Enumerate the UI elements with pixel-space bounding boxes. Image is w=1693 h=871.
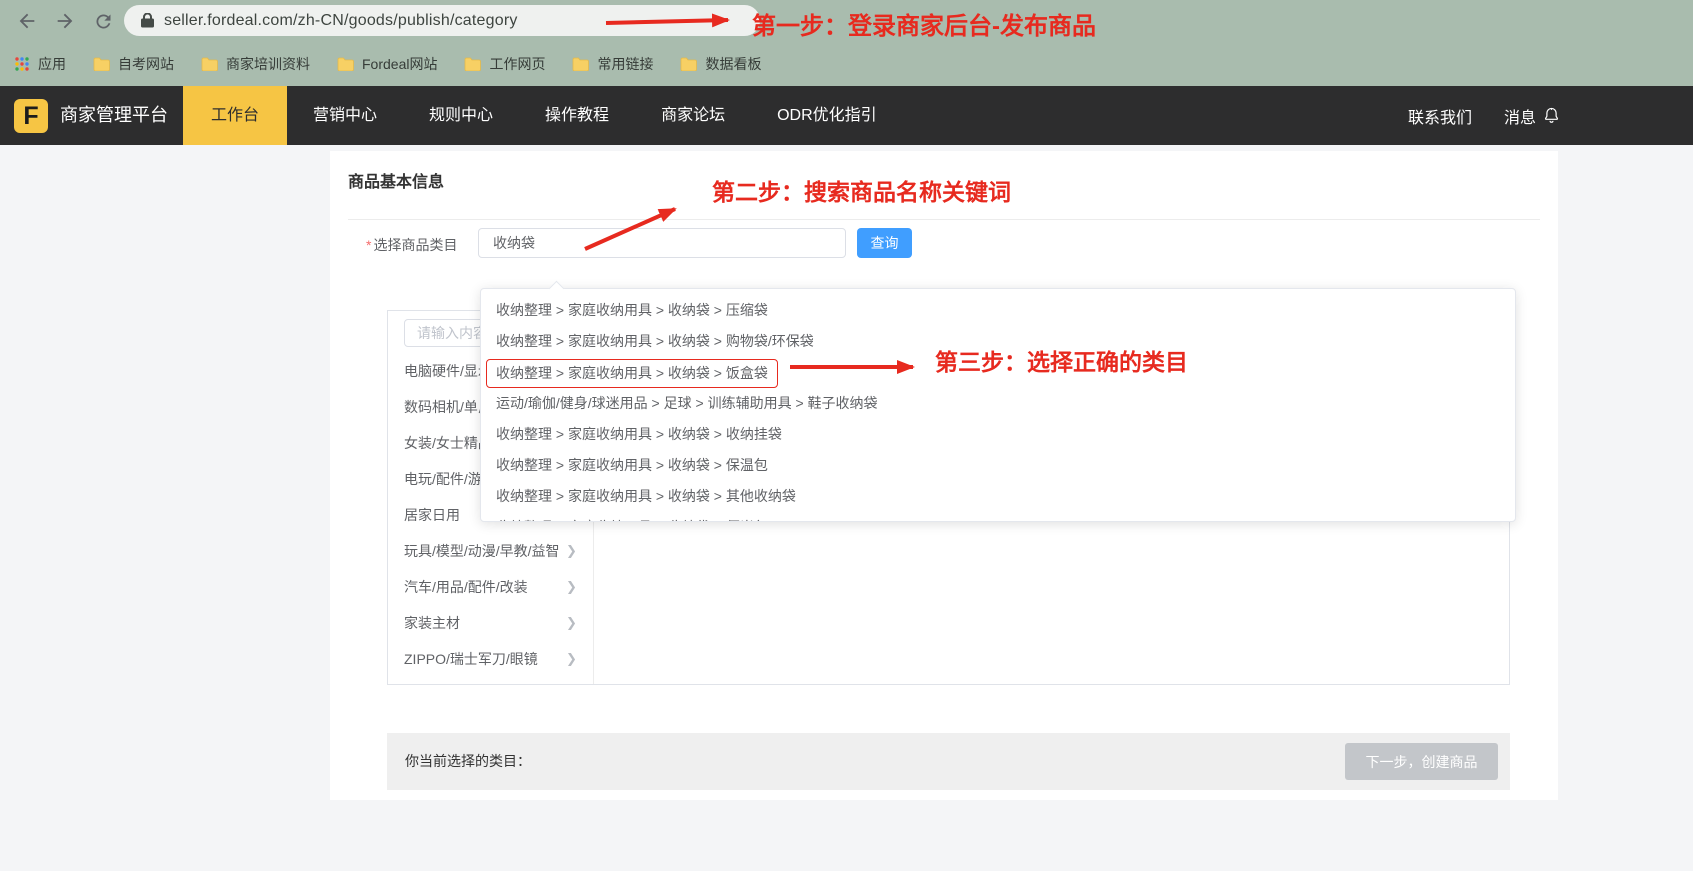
next-create-product-button[interactable]: 下一步，创建商品 bbox=[1345, 743, 1498, 780]
selection-footer: 你当前选择的类目： 下一步，创建商品 bbox=[387, 733, 1510, 790]
bookmark-item[interactable]: 自考网站 bbox=[93, 54, 174, 74]
bookmark-item[interactable]: 商家培训资料 bbox=[201, 54, 310, 74]
messages-link[interactable]: 消息 bbox=[1504, 104, 1560, 128]
brand-title: 商家管理平台 bbox=[60, 86, 168, 145]
category-row-label: 汽车/用品/配件/改装 bbox=[404, 569, 528, 605]
reload-icon[interactable] bbox=[90, 8, 116, 34]
step2-annotation: 第二步：搜索商品名称关键词 bbox=[712, 173, 1011, 207]
title-divider bbox=[348, 219, 1540, 220]
folder-icon bbox=[680, 57, 697, 71]
bookmark-label: 应用 bbox=[38, 54, 66, 74]
tab-label: 营销中心 bbox=[313, 107, 377, 124]
suggestion-text: 收纳整理 > 家庭收纳用具 > 收纳袋 > 收纳挂袋 bbox=[496, 426, 782, 442]
nav-tabs: 工作台 营销中心 规则中心 操作教程 商家论坛 ODR优化指引 bbox=[183, 86, 903, 145]
suggestion-item[interactable]: 收纳整理 > 家庭收纳用具 > 收纳袋 > 收纳挂袋 bbox=[481, 419, 1515, 450]
nav-tab-3[interactable]: 规则中心 bbox=[403, 86, 519, 145]
contact-us-link[interactable]: 联系我们 bbox=[1408, 104, 1472, 128]
app-navbar: F 商家管理平台 工作台 营销中心 规则中心 操作教程 商家论坛 ODR优化指引 联系我们… bbox=[0, 86, 1693, 145]
suggestion-text: 收纳整理 > 家庭收纳用具 > 收纳袋 > 压缩袋 bbox=[496, 302, 768, 318]
suggestion-text: 运动/瑜伽/健身/球迷用品 > 足球 > 训练辅助用具 > 鞋子收纳袋 bbox=[496, 395, 878, 411]
bookmark-item[interactable]: 应用 bbox=[14, 54, 66, 74]
nav-tab-4[interactable]: 操作教程 bbox=[519, 86, 635, 145]
publish-card: 商品基本信息 第二步：搜索商品名称关键词 *选择商品类目 查询 电脑硬件/显示器… bbox=[330, 151, 1558, 800]
chevron-right-icon: ❯ bbox=[566, 641, 577, 677]
bookmark-label: Fordeal网站 bbox=[362, 54, 437, 74]
category-row-label: 玩具/模型/动漫/早教/益智 bbox=[404, 533, 560, 569]
url-text: seller.fordeal.com/zh-CN/goods/publish/c… bbox=[164, 12, 518, 30]
chevron-right-icon: ❯ bbox=[566, 569, 577, 605]
step1-annotation: 第一步：登录商家后台-发布商品 bbox=[752, 6, 1096, 41]
step3-annotation: 第三步：选择正确的类目 bbox=[935, 343, 1188, 377]
bookmark-item[interactable]: 常用链接 bbox=[572, 54, 653, 74]
tab-label: 工作台 bbox=[211, 107, 259, 124]
bookmark-label: 工作网页 bbox=[489, 54, 545, 74]
forward-icon[interactable] bbox=[52, 8, 78, 34]
folder-icon bbox=[93, 57, 110, 71]
category-row[interactable]: ZIPPO/瑞士军刀/眼镜 ❯ bbox=[388, 641, 593, 677]
nav-tab-5[interactable]: 商家论坛 bbox=[635, 86, 751, 145]
category-row[interactable]: 家装主材 ❯ bbox=[388, 605, 593, 641]
lock-icon bbox=[141, 13, 154, 28]
tab-label: 商家论坛 bbox=[661, 107, 725, 124]
nav-tab-1[interactable]: 工作台 bbox=[183, 86, 287, 145]
category-row[interactable]: 汽车/用品/配件/改装 ❯ bbox=[388, 569, 593, 605]
category-row-label: 居家日用 bbox=[404, 497, 460, 533]
category-row-label: 家装主材 bbox=[404, 605, 460, 641]
nav-tab-6[interactable]: ODR优化指引 bbox=[751, 86, 903, 145]
folder-icon bbox=[337, 57, 354, 71]
bell-icon bbox=[1543, 106, 1560, 125]
suggestion-text: 收纳整理 > 家庭收纳用具 > 收纳袋 > 其他收纳袋 bbox=[496, 488, 796, 504]
bookmark-label: 自考网站 bbox=[118, 54, 174, 74]
folder-icon bbox=[464, 57, 481, 71]
apps-grid-icon bbox=[14, 56, 30, 72]
category-row-label: 女装/女士精品 bbox=[404, 425, 492, 461]
page-title: 商品基本信息 bbox=[348, 168, 444, 192]
bookmark-item[interactable]: Fordeal网站 bbox=[337, 54, 437, 74]
step3-arrow bbox=[785, 351, 935, 383]
suggestion-text: 收纳整理 > 家庭收纳用具 > 收纳袋 > 保温包 bbox=[496, 457, 768, 473]
bookmark-item[interactable]: 工作网页 bbox=[464, 54, 545, 74]
suggestion-item[interactable]: 收纳整理 > 家庭收纳用具 > 收纳袋 > 压缩袋 bbox=[481, 295, 1515, 326]
browser-toolbar: seller.fordeal.com/zh-CN/goods/publish/c… bbox=[0, 0, 1693, 42]
bookmark-label: 常用链接 bbox=[597, 54, 653, 74]
suggestion-dropdown: 收纳整理 > 家庭收纳用具 > 收纳袋 > 压缩袋 收纳整理 > 家庭收纳用具 … bbox=[480, 288, 1516, 522]
chevron-right-icon: ❯ bbox=[566, 533, 577, 569]
tab-label: ODR优化指引 bbox=[777, 107, 877, 124]
suggestion-item[interactable]: 运动/瑜伽/健身/球迷用品 > 足球 > 训练辅助用具 > 鞋子收纳袋 bbox=[481, 388, 1515, 419]
folder-icon bbox=[201, 57, 218, 71]
messages-label: 消息 bbox=[1504, 104, 1536, 128]
screen: seller.fordeal.com/zh-CN/goods/publish/c… bbox=[0, 0, 1693, 871]
suggestion-item[interactable]: 收纳整理 > 家庭收纳用具 > 收纳袋 > 其他收纳袋 bbox=[481, 481, 1515, 512]
step1-arrow bbox=[598, 10, 750, 32]
suggestion-item[interactable]: 收纳整理 > 家庭收纳用具 > 收纳袋 > 便当包 bbox=[481, 512, 1515, 522]
bookmarks-bar: 应用 自考网站 商家培训资料 Fordeal网站 工作网页 常用链接 数据看板 bbox=[0, 42, 1693, 86]
suggestion-text: 收纳整理 > 家庭收纳用具 > 收纳袋 > 购物袋/环保袋 bbox=[496, 333, 814, 349]
suggestion-item[interactable]: 收纳整理 > 家庭收纳用具 > 收纳袋 > 保温包 bbox=[481, 450, 1515, 481]
suggestion-text: 收纳整理 > 家庭收纳用具 > 收纳袋 > 便当包 bbox=[496, 519, 768, 522]
bookmark-label: 数据看板 bbox=[705, 54, 761, 74]
fordeal-logo: F bbox=[14, 99, 48, 133]
query-button[interactable]: 查询 bbox=[857, 228, 912, 258]
chevron-right-icon: ❯ bbox=[566, 605, 577, 641]
category-form-label: *选择商品类目 bbox=[366, 235, 457, 255]
bookmark-label: 商家培训资料 bbox=[226, 54, 310, 74]
tab-label: 规则中心 bbox=[429, 107, 493, 124]
selected-category-label: 你当前选择的类目： bbox=[405, 733, 531, 790]
folder-icon bbox=[572, 57, 589, 71]
suggestion-text: 收纳整理 > 家庭收纳用具 > 收纳袋 > 饭盒袋 bbox=[486, 359, 778, 388]
bookmark-item[interactable]: 数据看板 bbox=[680, 54, 761, 74]
category-row[interactable]: 玩具/模型/动漫/早教/益智 ❯ bbox=[388, 533, 593, 569]
tab-label: 操作教程 bbox=[545, 107, 609, 124]
required-asterisk: * bbox=[366, 237, 371, 253]
back-icon[interactable] bbox=[14, 8, 40, 34]
category-row-label: ZIPPO/瑞士军刀/眼镜 bbox=[404, 641, 538, 677]
step2-arrow bbox=[577, 195, 707, 257]
nav-tab-2[interactable]: 营销中心 bbox=[287, 86, 403, 145]
